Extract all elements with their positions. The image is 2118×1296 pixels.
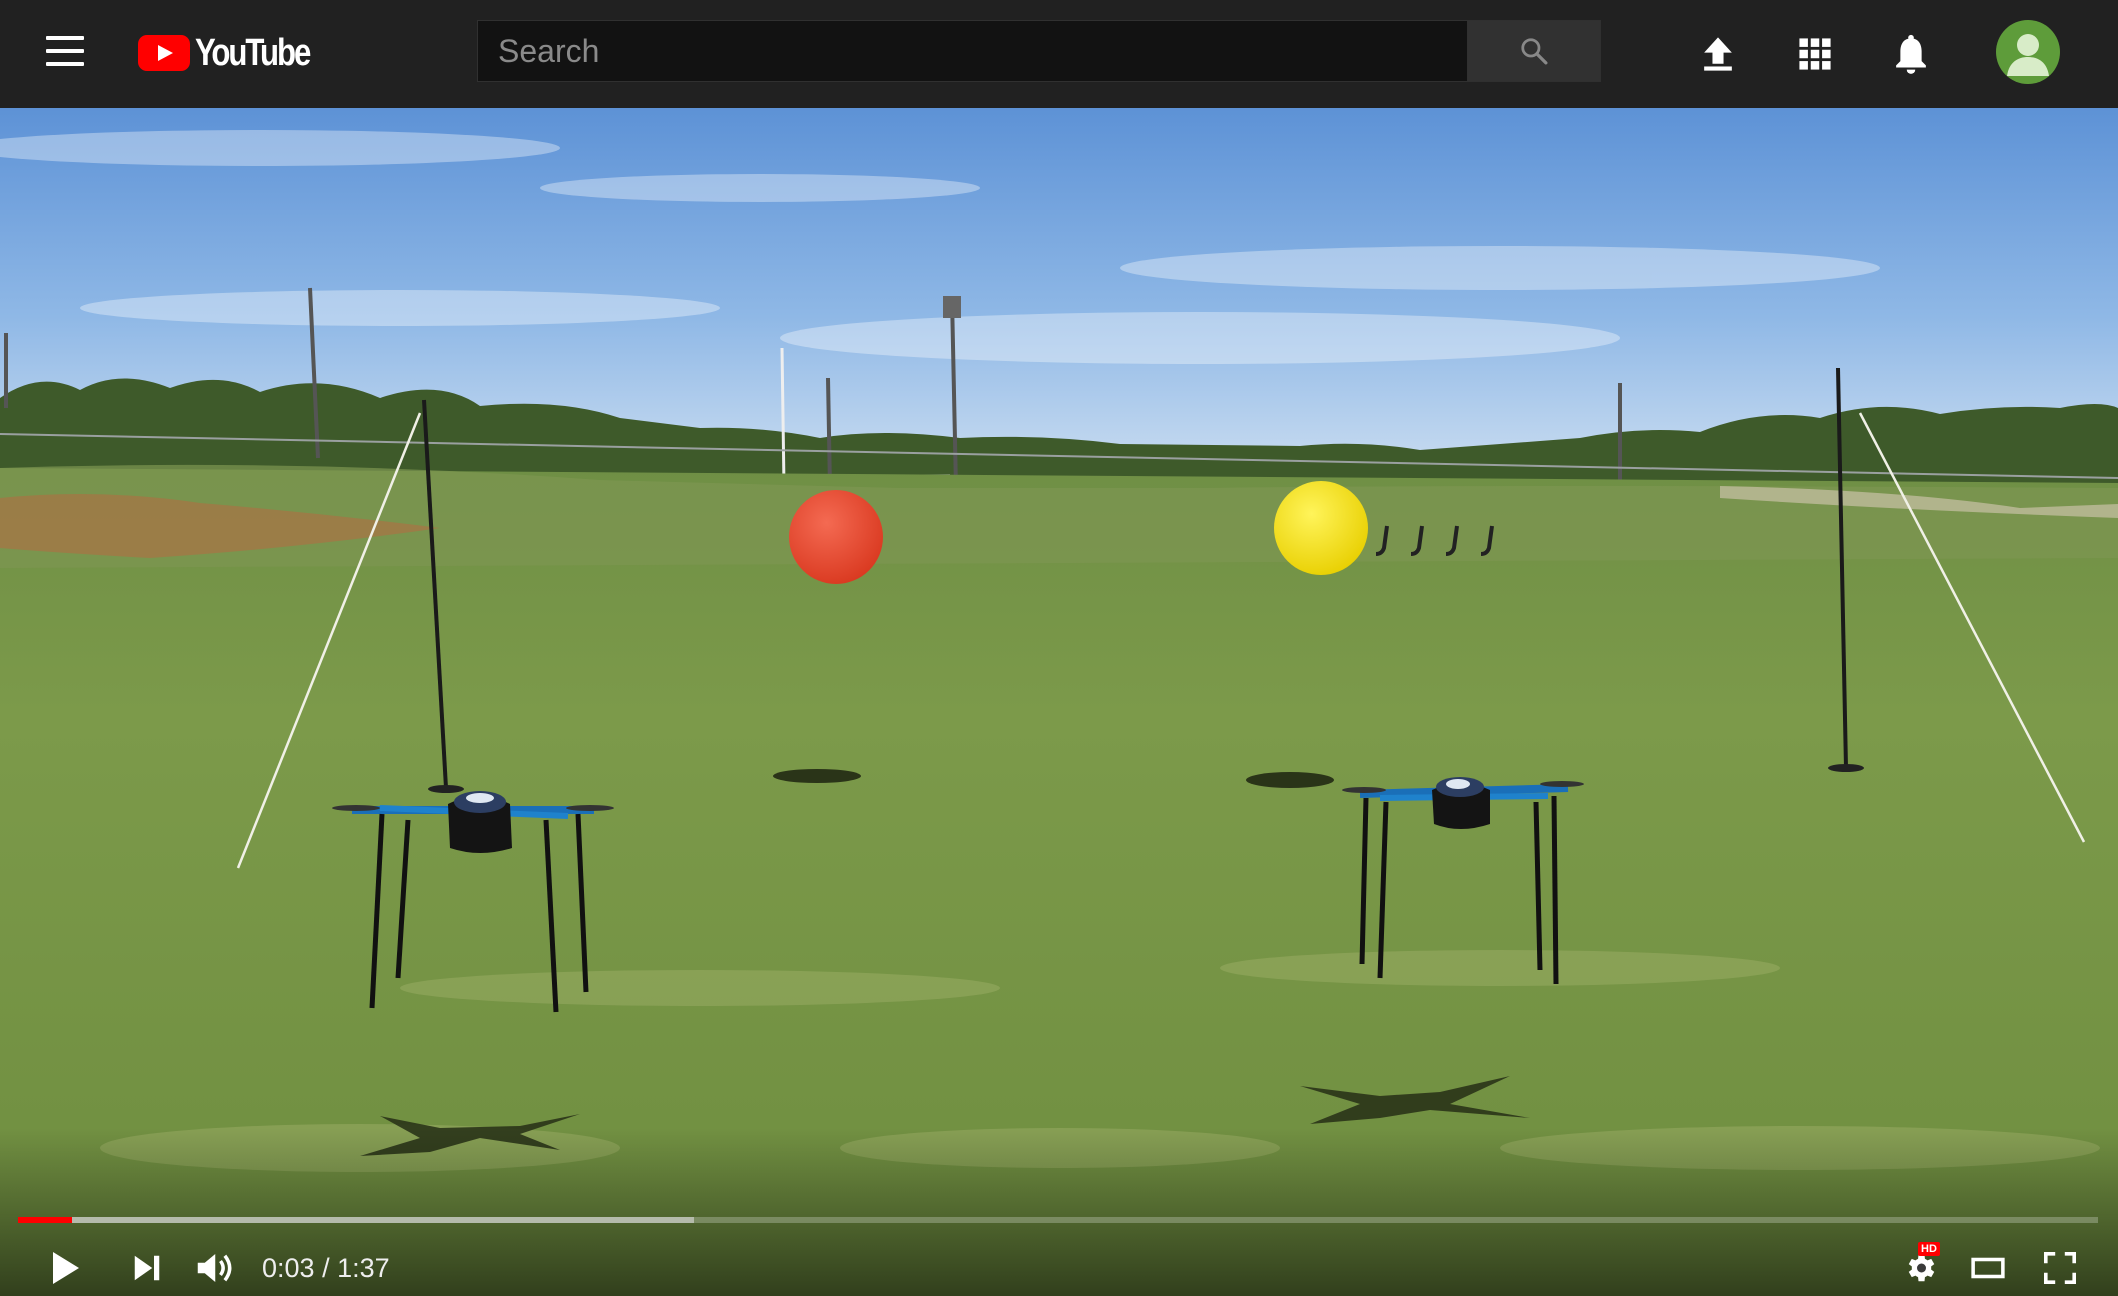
apps-icon — [1799, 38, 1831, 70]
volume-icon — [197, 1254, 232, 1282]
fullscreen-button[interactable] — [2034, 1240, 2086, 1296]
theater-mode-button[interactable] — [1962, 1240, 2014, 1296]
time-display: 0:03 / 1:37 — [262, 1246, 390, 1290]
play-icon — [53, 1252, 79, 1284]
search-input[interactable] — [477, 20, 1467, 82]
logo-text: YouTube — [195, 31, 311, 74]
masthead: YouTube — [0, 0, 2118, 108]
bell-icon — [1896, 34, 1926, 74]
notifications-button[interactable] — [1883, 26, 1939, 82]
next-icon — [134, 1255, 160, 1281]
youtube-logo[interactable]: YouTube — [138, 30, 334, 76]
progress-bar[interactable] — [18, 1217, 2098, 1223]
video-player[interactable]: 0:03 / 1:37 HD — [0, 108, 2118, 1296]
next-button[interactable] — [122, 1242, 172, 1294]
menu-icon[interactable] — [46, 36, 84, 66]
upload-button[interactable] — [1690, 26, 1746, 82]
current-time: 0:03 — [262, 1253, 315, 1283]
volume-button[interactable] — [192, 1240, 242, 1296]
avatar[interactable] — [1996, 20, 2060, 84]
play-button[interactable] — [40, 1240, 90, 1296]
progress-loaded — [18, 1217, 694, 1223]
apps-button[interactable] — [1787, 26, 1843, 82]
fullscreen-icon — [2044, 1252, 2076, 1284]
account-icon — [2007, 34, 2049, 76]
video-frame — [0, 108, 2118, 1296]
settings-button[interactable]: HD — [1892, 1240, 1948, 1296]
search-box — [477, 20, 1601, 82]
theater-mode-icon — [1971, 1257, 2005, 1279]
progress-played — [18, 1217, 73, 1223]
hd-badge: HD — [1918, 1242, 1940, 1256]
search-button[interactable] — [1467, 20, 1601, 82]
youtube-play-logo-icon — [138, 35, 190, 71]
duration: 1:37 — [337, 1253, 390, 1283]
upload-icon — [1704, 37, 1732, 71]
time-separator: / — [314, 1253, 338, 1283]
search-icon — [1521, 38, 1548, 65]
